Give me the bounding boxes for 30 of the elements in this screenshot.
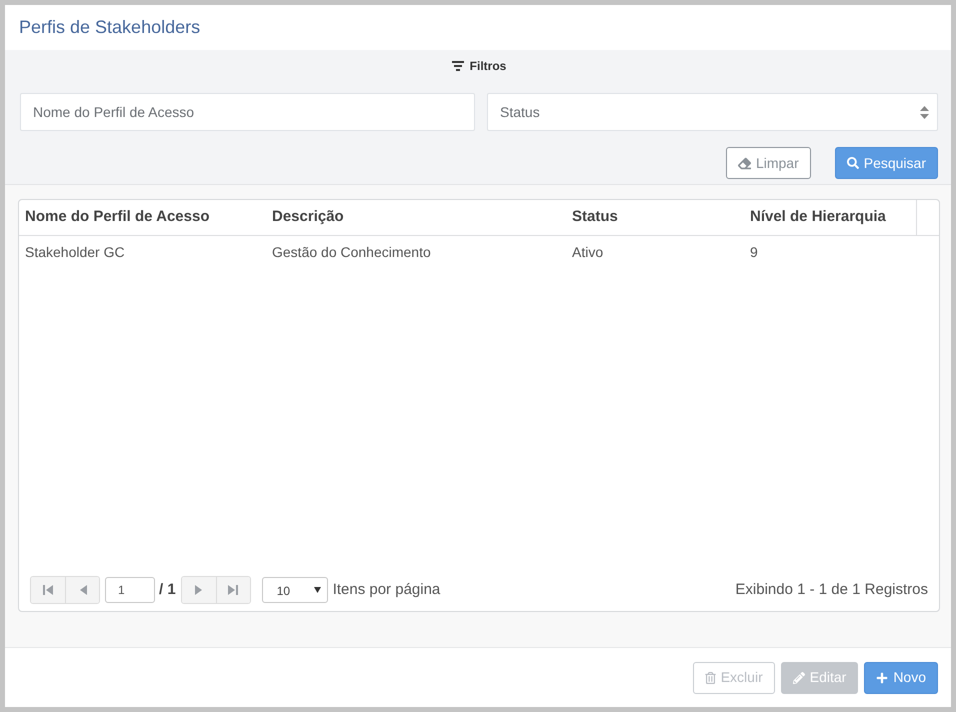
trash-icon [704,672,716,684]
pencil-icon [792,672,805,684]
clear-button[interactable]: Limpar [726,147,811,179]
column-header: Status [571,207,619,228]
plus-icon [876,672,888,684]
caret-down-icon [314,587,321,593]
search-icon [846,157,859,169]
text-input-field[interactable]: Nome do Perfil de Acesso [20,93,475,131]
skip-forward-icon [227,584,240,596]
sort-arrows-icon [920,106,929,118]
page-size-select[interactable]: 10 [262,577,328,603]
new-button[interactable]: Novo [864,662,938,694]
page-size-label: Itens por página [332,580,440,600]
column-header: Nível de Hierarquia [749,207,887,228]
table-cell-text: 9 [749,243,759,262]
table-cell-text: Gestão do Conhecimento [271,243,432,262]
column-header: Nome do Perfil de Acesso [24,207,210,228]
records-summary: Exibindo 1 - 1 de 1 Registros [735,580,928,600]
page-title: Perfis de Stakeholders [19,16,200,39]
table-cell-text: Stakeholder GC [24,243,126,262]
filter-heading: Filtros [470,58,506,75]
column-header: Descrição [271,207,345,228]
search-button[interactable]: Pesquisar [834,147,938,179]
page-number-field[interactable]: 1 [105,577,155,603]
filter-icon [452,61,464,71]
select-field[interactable]: Status [487,93,938,131]
skip-back-icon [42,584,54,596]
page-total: / 1 [159,580,176,600]
table-cell-text: Ativo [571,243,604,262]
eraser-icon [738,156,751,170]
